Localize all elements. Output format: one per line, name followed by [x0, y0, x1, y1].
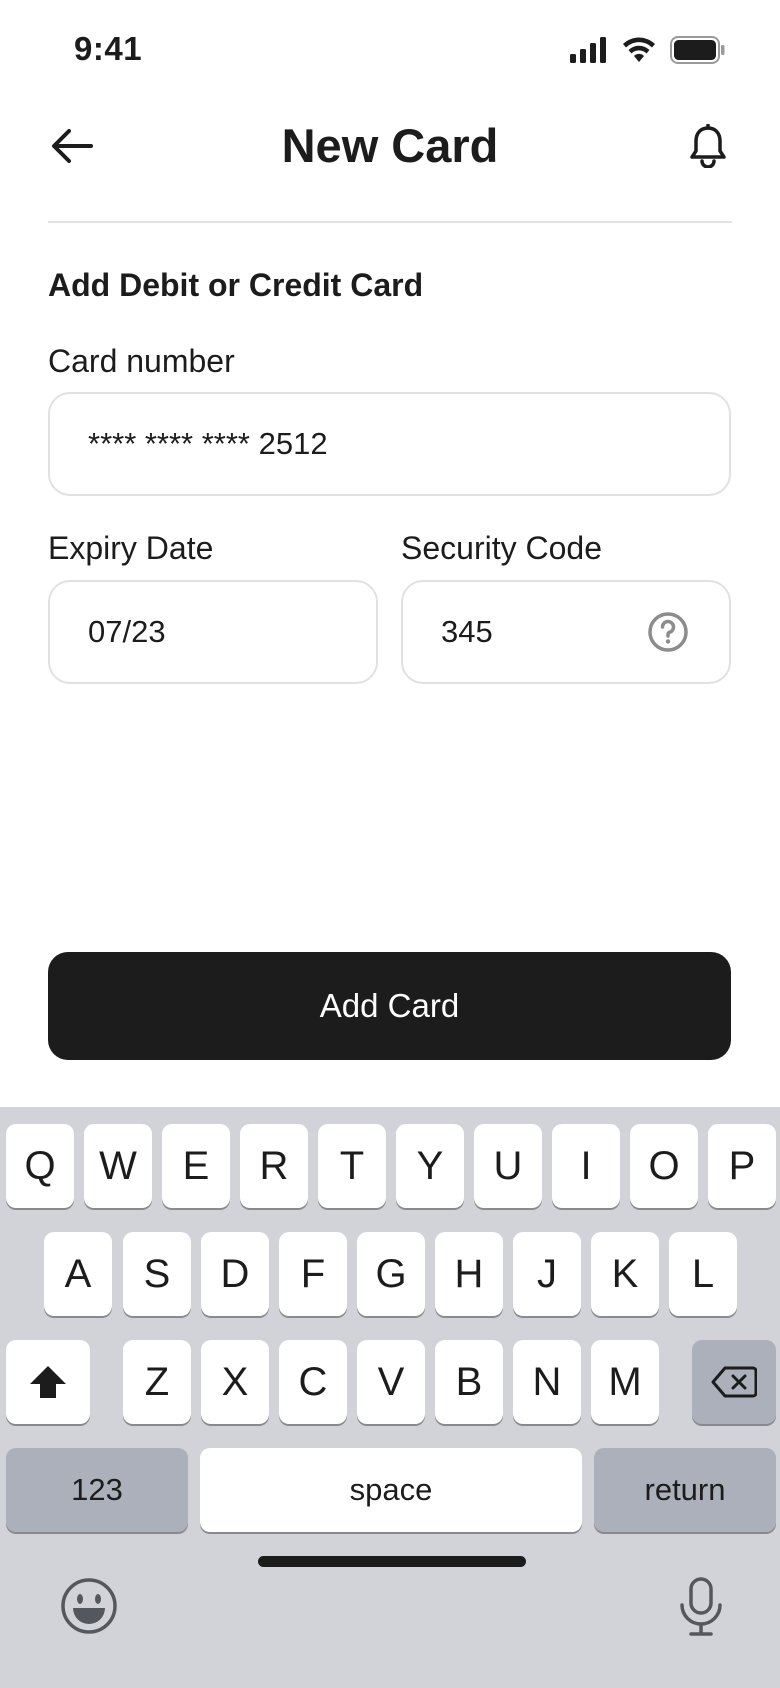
return-key[interactable]: return	[594, 1448, 776, 1532]
backspace-key[interactable]	[692, 1340, 776, 1424]
expiry-date-field[interactable]: 07/23	[48, 580, 378, 684]
card-number-label: Card number	[48, 343, 235, 379]
key-f[interactable]: F	[279, 1232, 347, 1316]
bell-icon	[690, 124, 726, 168]
battery-icon	[670, 36, 725, 64]
status-time: 9:41	[74, 30, 143, 67]
key-i[interactable]: I	[552, 1124, 620, 1208]
key-j[interactable]: J	[513, 1232, 581, 1316]
status-bar: 9:41	[0, 0, 780, 100]
key-e[interactable]: E	[162, 1124, 230, 1208]
key-y[interactable]: Y	[396, 1124, 464, 1208]
key-v[interactable]: V	[357, 1340, 425, 1424]
page-title: New Card	[281, 119, 499, 172]
key-k[interactable]: K	[591, 1232, 659, 1316]
key-g[interactable]: G	[357, 1232, 425, 1316]
numbers-key[interactable]: 123	[6, 1448, 188, 1532]
security-code-label: Security Code	[401, 530, 602, 566]
card-number-value: **** **** **** 2512	[88, 426, 328, 461]
shift-arrow-icon	[30, 1366, 66, 1398]
key-s[interactable]: S	[123, 1232, 191, 1316]
key-n[interactable]: N	[513, 1340, 581, 1424]
backspace-icon	[711, 1366, 757, 1398]
home-indicator[interactable]	[258, 1556, 526, 1567]
space-key[interactable]: space	[200, 1448, 582, 1532]
key-l[interactable]: L	[669, 1232, 737, 1316]
nav-bar: New Card	[0, 100, 780, 222]
question-circle-icon[interactable]	[647, 611, 689, 653]
key-a[interactable]: A	[44, 1232, 112, 1316]
key-r[interactable]: R	[240, 1124, 308, 1208]
key-d[interactable]: D	[201, 1232, 269, 1316]
wifi-icon	[623, 37, 655, 62]
key-m[interactable]: M	[591, 1340, 659, 1424]
key-o[interactable]: O	[630, 1124, 698, 1208]
keyboard: Q W E R T Y U I O P A S D F G H J K L Z …	[0, 1107, 780, 1688]
key-p[interactable]: P	[708, 1124, 776, 1208]
section-title: Add Debit or Credit Card	[48, 267, 424, 303]
header-divider	[48, 221, 732, 223]
cellular-signal-icon	[570, 37, 606, 63]
key-x[interactable]: X	[201, 1340, 269, 1424]
key-t[interactable]: T	[318, 1124, 386, 1208]
status-icons	[570, 36, 726, 64]
security-code-field[interactable]: 345	[401, 580, 731, 684]
key-c[interactable]: C	[279, 1340, 347, 1424]
new-card-screen: 9:41 New Card Add Debit or Credit Card C…	[0, 0, 780, 1688]
security-code-value: 345	[441, 614, 493, 649]
shift-key[interactable]	[6, 1340, 90, 1424]
key-h[interactable]: H	[435, 1232, 503, 1316]
expiry-date-value: 07/23	[88, 614, 166, 649]
key-w[interactable]: W	[84, 1124, 152, 1208]
key-u[interactable]: U	[474, 1124, 542, 1208]
key-z[interactable]: Z	[123, 1340, 191, 1424]
notifications-button[interactable]	[684, 122, 732, 170]
emoji-icon[interactable]	[60, 1577, 118, 1635]
key-b[interactable]: B	[435, 1340, 503, 1424]
expiry-date-label: Expiry Date	[48, 530, 214, 566]
key-q[interactable]: Q	[6, 1124, 74, 1208]
microphone-icon[interactable]	[678, 1577, 724, 1637]
card-number-field[interactable]: **** **** **** 2512	[48, 392, 731, 496]
add-card-button[interactable]: Add Card	[48, 952, 731, 1060]
